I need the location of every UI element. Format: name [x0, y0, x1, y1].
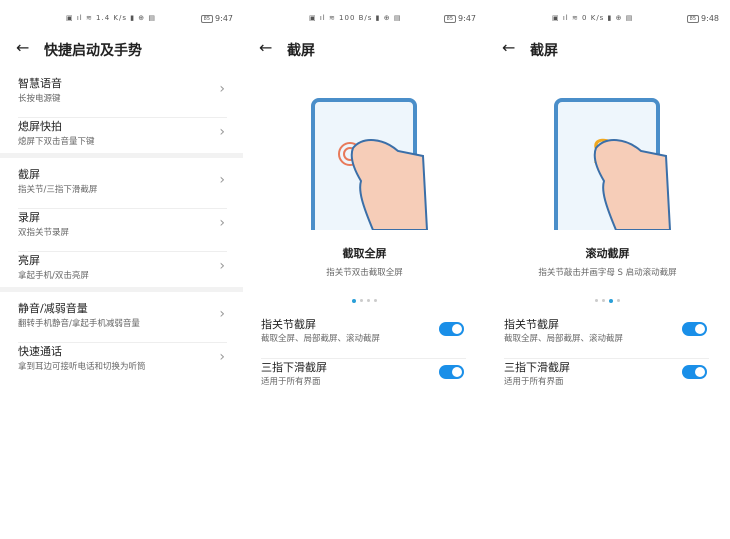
card-title: 截取全屏	[342, 247, 387, 260]
status-icons: ▣ ıl ≋ 100 B/s ▮ ⊕ ▤	[309, 14, 402, 22]
item-title: 静音/减弱音量	[18, 302, 88, 315]
screenshot-settings-screen: ▣ ıl ≋ 0 K/s ▮ ⊕ ▤ 859:48 ← 截屏 S 滚动截屏 指关…	[486, 0, 729, 539]
page-dot[interactable]	[367, 299, 370, 302]
toggle-subtitle: 截取全屏、局部截屏、滚动截屏	[504, 334, 624, 344]
page-dot[interactable]	[617, 299, 620, 302]
toggle-title: 指关节截屏	[504, 318, 559, 331]
three-finger-screenshot-row: 三指下滑截屏 适用于所有界面	[261, 359, 466, 402]
screenshot-settings-screen: ▣ ıl ≋ 100 B/s ▮ ⊕ ▤ 85 9:47 ← 截屏 截取全屏 指关…	[243, 0, 486, 539]
status-bar: ▣ ıl ≋ 100 B/s ▮ ⊕ ▤ 85 9:47	[243, 14, 486, 26]
battery-icon: 85	[200, 14, 214, 23]
page-dot[interactable]	[374, 299, 377, 302]
item-title: 熄屏快拍	[18, 120, 62, 133]
clock: 9:47	[215, 14, 233, 23]
chevron-right-icon: ›	[219, 124, 225, 140]
status-icons: ▣ ıl ≋ 0 K/s ▮ ⊕ ▤	[552, 14, 634, 22]
toggle-subtitle: 截取全屏、局部截屏、滚动截屏	[261, 334, 381, 344]
item-subtitle: 拿到耳边可接听电话和切换为听筒	[18, 362, 146, 372]
clock: 9:48	[701, 14, 719, 23]
chevron-right-icon: ›	[219, 258, 225, 274]
three-finger-screenshot-toggle[interactable]	[682, 365, 707, 379]
toggle-subtitle: 适用于所有界面	[504, 377, 564, 387]
knuckle-screenshot-toggle[interactable]	[682, 322, 707, 336]
status-bar: ▣ ıl ≋ 0 K/s ▮ ⊕ ▤ 85 9:48	[486, 14, 729, 26]
status-icons: ▣ ıl ≋ 1.4 K/s ▮ ⊕ ▤	[66, 14, 157, 22]
toggle-title: 三指下滑截屏	[504, 361, 570, 374]
item-title: 亮屏	[18, 254, 40, 267]
list-item-voice[interactable]: 智慧语音长按电源键 ›	[18, 75, 227, 118]
status-bar: ▣ ıl ≋ 1.4 K/s ▮ ⊕ ▤ 85 9:47	[0, 14, 243, 26]
item-subtitle: 长按电源键	[18, 94, 61, 104]
chevron-right-icon: ›	[219, 349, 225, 365]
knuckle-screenshot-toggle[interactable]	[439, 322, 464, 336]
item-title: 快速通话	[18, 345, 62, 358]
page-dot[interactable]	[352, 298, 356, 303]
three-finger-screenshot-row: 三指下滑截屏 适用于所有界面	[504, 359, 709, 402]
group-divider	[0, 153, 243, 158]
item-title: 录屏	[18, 211, 40, 224]
chevron-right-icon: ›	[219, 172, 225, 188]
toggle-title: 指关节截屏	[261, 318, 316, 331]
gesture-illustration	[311, 98, 429, 230]
item-subtitle: 拿起手机/双击亮屏	[18, 271, 89, 281]
page-title: 快捷启动及手势	[44, 43, 142, 59]
toggle-subtitle: 适用于所有界面	[261, 377, 321, 387]
group-divider	[0, 287, 243, 292]
item-subtitle: 双指关节录屏	[18, 228, 70, 238]
knuckle-screenshot-row: 指关节截屏 截取全屏、局部截屏、滚动截屏	[504, 316, 709, 359]
battery-icon: 85	[686, 14, 700, 23]
knuckle-screenshot-row: 指关节截屏 截取全屏、局部截屏、滚动截屏	[261, 316, 466, 359]
chevron-right-icon: ›	[219, 81, 225, 97]
item-title: 截屏	[18, 168, 40, 181]
clock: 9:47	[458, 14, 476, 23]
page-dot[interactable]	[360, 299, 363, 302]
back-arrow-icon[interactable]: ←	[16, 38, 29, 57]
gesture-illustration: S	[554, 98, 672, 230]
page-dot[interactable]	[602, 299, 605, 302]
item-title: 智慧语音	[18, 77, 62, 90]
page-dot[interactable]	[609, 298, 613, 303]
chevron-right-icon: ›	[219, 306, 225, 322]
card-title: 滚动截屏	[585, 247, 630, 260]
page-title: 截屏	[530, 43, 558, 59]
three-finger-screenshot-toggle[interactable]	[439, 365, 464, 379]
toggle-title: 三指下滑截屏	[261, 361, 327, 374]
page-indicator[interactable]	[243, 290, 486, 303]
page-dot[interactable]	[595, 299, 598, 302]
gesture-settings-screen: ▣ ıl ≋ 1.4 K/s ▮ ⊕ ▤ 85 9:47 ← 快捷启动及手势 智慧…	[0, 0, 243, 539]
item-subtitle: 熄屏下双击音量下键	[18, 137, 95, 147]
list-item-screenshot[interactable]: 截屏指关节/三指下滑截屏 ›	[18, 166, 227, 209]
page-indicator[interactable]	[486, 290, 729, 303]
list-item-screen-record[interactable]: 录屏双指关节录屏 ›	[18, 209, 227, 252]
item-subtitle: 指关节/三指下滑截屏	[18, 185, 98, 195]
chevron-right-icon: ›	[219, 215, 225, 231]
card-subtitle: 指关节双击截取全屏	[326, 268, 403, 278]
item-subtitle: 翻转手机静音/拿起手机减弱音量	[18, 319, 140, 329]
card-subtitle: 指关节敲击并画字母 S 启动滚动截屏	[538, 268, 677, 278]
back-arrow-icon[interactable]: ←	[259, 38, 272, 57]
page-title: 截屏	[287, 43, 315, 59]
list-item-quick-call[interactable]: 快速通话拿到耳边可接听电话和切换为听筒 ›	[18, 343, 227, 386]
battery-icon: 85	[443, 14, 457, 23]
list-item-mute[interactable]: 静音/减弱音量翻转手机静音/拿起手机减弱音量 ›	[18, 300, 227, 343]
back-arrow-icon[interactable]: ←	[502, 38, 515, 57]
